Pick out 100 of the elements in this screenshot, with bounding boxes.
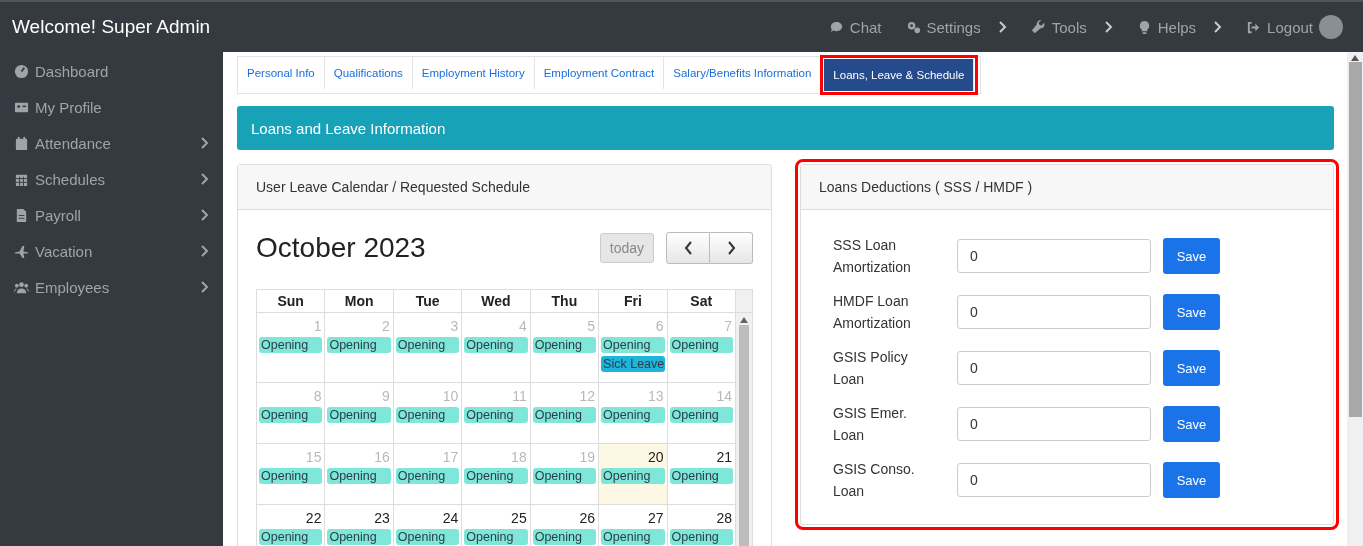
sidebar-item[interactable]: Payroll xyxy=(0,197,223,233)
calendar-event[interactable]: Opening xyxy=(669,337,733,353)
sidebar-item[interactable]: Vacation xyxy=(0,233,223,269)
calendar-event[interactable]: Opening xyxy=(669,406,733,423)
app-title: Welcome! Super Admin xyxy=(12,16,212,38)
input-field[interactable]: 0 xyxy=(957,239,1151,273)
field-label: GSIS Emer. Loan xyxy=(833,404,908,445)
day-number[interactable]: 28 xyxy=(669,506,733,529)
calendar-event[interactable]: Opening xyxy=(395,467,460,484)
chevron-right-icon xyxy=(1214,21,1223,33)
save-button[interactable]: Save xyxy=(1163,406,1220,442)
weekday-header: Fri xyxy=(598,289,668,313)
calendar-event[interactable]: Opening xyxy=(601,467,665,484)
chevron-right-icon xyxy=(998,21,1007,33)
day-number[interactable]: 25 xyxy=(464,506,528,529)
calendar-event[interactable]: Opening xyxy=(259,528,323,545)
previous-button[interactable] xyxy=(666,232,710,264)
next-button[interactable] xyxy=(710,232,753,264)
calendar-event[interactable]: Opening xyxy=(259,406,323,423)
field-label: SSS Loan Amortization xyxy=(833,236,912,277)
chevron-right-icon xyxy=(726,241,736,255)
day-number[interactable]: 27 xyxy=(601,506,665,529)
input-field[interactable]: 0 xyxy=(957,463,1151,497)
wrench-icon xyxy=(1030,19,1046,35)
calendar-event[interactable]: Sick Leave xyxy=(601,356,665,372)
calendar-event[interactable]: Opening xyxy=(464,406,528,423)
calendar-event[interactable]: Opening xyxy=(532,528,597,545)
save-button[interactable]: Save xyxy=(1163,294,1220,330)
weekday-header: Sat xyxy=(667,289,736,313)
day-number[interactable]: 24 xyxy=(395,506,460,529)
logout-icon xyxy=(1246,19,1262,35)
day-number[interactable]: 22 xyxy=(259,506,323,529)
save-button[interactable]: Save xyxy=(1163,238,1220,274)
input-field[interactable]: 0 xyxy=(957,295,1151,329)
calendar-event[interactable]: Opening xyxy=(327,337,391,353)
chevron-right-icon xyxy=(1104,21,1113,33)
calendar-event[interactable]: Opening xyxy=(601,528,665,545)
nav-link[interactable]: Settings xyxy=(905,18,1007,36)
chevron-right-icon xyxy=(201,245,209,257)
calendar-event[interactable]: Opening xyxy=(532,406,597,423)
sidebar-item[interactable]: Schedules xyxy=(0,161,223,197)
calendar-event[interactable]: Opening xyxy=(532,467,597,484)
weekday-header: Mon xyxy=(324,289,394,313)
users-icon xyxy=(14,279,29,295)
panel-title: User Leave Calendar / Requested Schedule xyxy=(238,165,771,210)
avatar[interactable] xyxy=(1319,15,1343,39)
calendar-event[interactable]: Opening xyxy=(395,337,460,353)
day-number[interactable]: 20 xyxy=(601,445,665,468)
calendar-event[interactable]: Opening xyxy=(327,467,391,484)
sidebar-item[interactable]: My Profile xyxy=(0,89,223,125)
nav-link[interactable]: Tools xyxy=(1030,18,1113,36)
nav-link[interactable]: Logout xyxy=(1246,18,1313,36)
weekday-header: Wed xyxy=(461,289,531,313)
scroll-up-icon[interactable] xyxy=(740,317,748,323)
calendar-event[interactable]: Opening xyxy=(601,337,665,353)
document-icon xyxy=(14,207,29,223)
chevron-right-icon xyxy=(201,173,209,185)
calendar-event[interactable]: Opening xyxy=(259,337,323,353)
chevron-right-icon xyxy=(201,209,209,221)
calendar-event[interactable]: Opening xyxy=(327,528,391,545)
save-button[interactable]: Save xyxy=(1163,350,1220,386)
calendar-event[interactable]: Opening xyxy=(464,528,528,545)
calendar-event[interactable]: Opening xyxy=(669,467,733,484)
field-label: GSIS Policy Loan xyxy=(833,348,909,389)
calendar-event[interactable]: Opening xyxy=(327,406,391,423)
day-number[interactable]: 26 xyxy=(532,506,597,529)
airplane-icon xyxy=(14,243,29,259)
save-button[interactable]: Save xyxy=(1163,462,1220,498)
calendar-event[interactable]: Opening xyxy=(601,406,665,423)
input-field[interactable]: 0 xyxy=(957,407,1151,441)
chevron-right-icon xyxy=(201,137,209,149)
field-label: HMDF Loan Amortization xyxy=(833,292,912,333)
calendar-event[interactable]: Opening xyxy=(395,406,460,423)
sidebar-item[interactable]: Employees xyxy=(0,269,223,305)
day-number[interactable]: 21 xyxy=(669,445,733,468)
gauge-icon xyxy=(14,63,29,79)
weekday-header: Thu xyxy=(530,289,599,313)
section-banner: Loans and Leave Information xyxy=(237,106,1334,150)
panel-title: Loans Deductions ( SSS / HMDF ) xyxy=(801,165,1333,210)
calendar-event[interactable]: Opening xyxy=(669,528,733,545)
chevron-right-icon xyxy=(201,281,209,293)
day-number[interactable]: 23 xyxy=(327,506,391,529)
field-label: GSIS Conso. Loan xyxy=(833,460,916,501)
month-title: October 2023 xyxy=(256,232,427,264)
calendar-event[interactable]: Opening xyxy=(532,337,597,353)
weekday-header: Tue xyxy=(393,289,462,313)
weekday-header: Sun xyxy=(256,289,325,313)
input-field[interactable]: 0 xyxy=(957,351,1151,385)
nav-link[interactable]: Helps xyxy=(1136,18,1223,36)
chevron-left-icon xyxy=(683,241,693,255)
calendar-icon xyxy=(14,135,29,151)
calendar-event[interactable]: Opening xyxy=(464,337,528,353)
sidebar-item[interactable]: Attendance xyxy=(0,125,223,161)
scrollbar-thumb[interactable] xyxy=(739,325,749,546)
calendar-event[interactable]: Opening xyxy=(395,528,460,545)
nav-link[interactable]: Chat xyxy=(828,18,882,36)
scrollbar-thumb[interactable] xyxy=(1348,62,1362,417)
calendar-event[interactable]: Opening xyxy=(464,467,528,484)
sidebar-item[interactable]: Dashboard xyxy=(0,53,223,89)
calendar-event[interactable]: Opening xyxy=(259,467,323,484)
